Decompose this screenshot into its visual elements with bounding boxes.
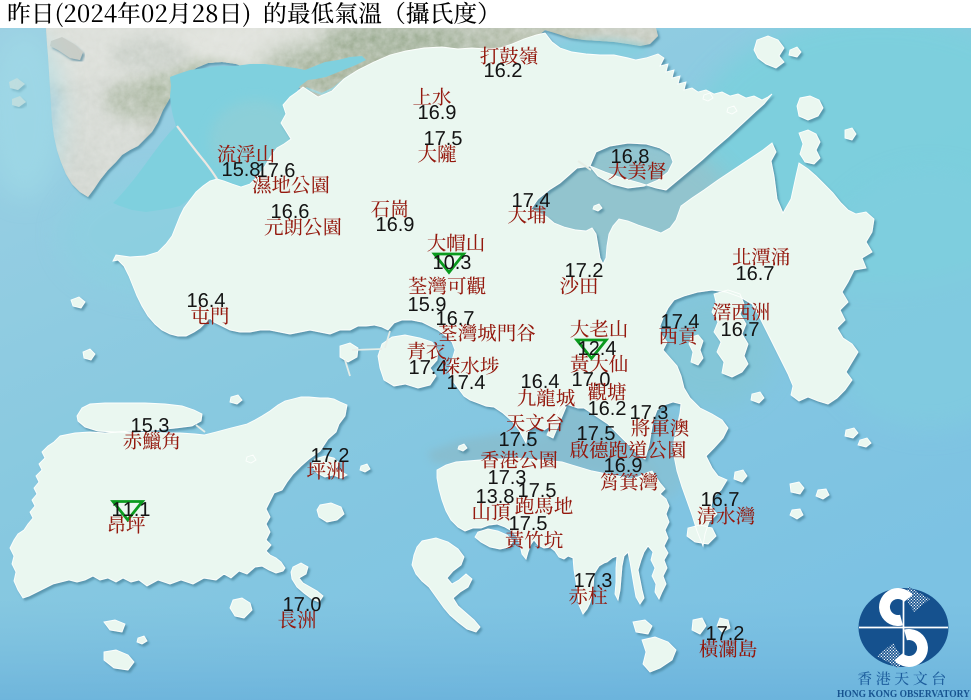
svg-text:HONG KONG OBSERVATORY: HONG KONG OBSERVATORY [837,689,971,700]
